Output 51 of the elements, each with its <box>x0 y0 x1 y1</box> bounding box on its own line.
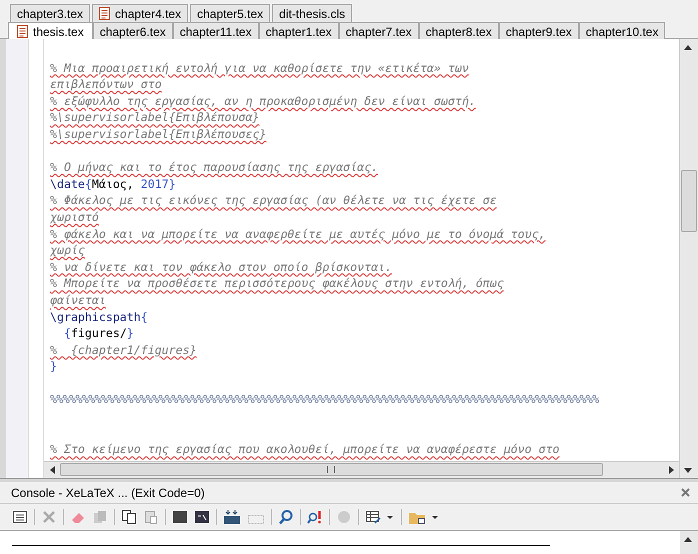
log-icon[interactable] <box>12 509 28 525</box>
file-tab[interactable]: chapter7.tex <box>338 22 419 40</box>
vertical-scrollbar[interactable] <box>679 39 698 478</box>
code-comment: φαίνεται <box>50 292 107 308</box>
code-comment: %%%%%%%%%%%%%%%%%%%%%%%%%%%%%%%%%%%%%%%%%%%%%%%%%%%%%%%%%%%%%%%%%%%%%%%%%%%%%%%%%%%%%% <box>50 391 600 408</box>
code-comment: % Μπορείτε να προσθέσετε περισσότερους φακέλους στην εντολή, όπως <box>50 275 505 292</box>
code-comment: % να δίνετε και τον φάκελο στον οποίο βρίσκονται. <box>50 258 394 276</box>
code-comment: %\supervisorlabel{Επιβλέπουσα} <box>50 109 260 126</box>
code-comment: χωριστό <box>50 208 100 226</box>
up-arrow-icon[interactable] <box>684 44 692 50</box>
file-tab[interactable]: chapter11.tex <box>172 22 259 40</box>
vertical-scrollbar[interactable] <box>680 531 698 554</box>
close-icon[interactable] <box>681 488 690 497</box>
table-dropdown-icon[interactable] <box>365 509 395 525</box>
file-tab[interactable]: chapter9.tex <box>498 22 579 40</box>
code-comment: χωρίς <box>50 242 86 259</box>
up-arrow-icon[interactable] <box>684 536 692 542</box>
horizontal-scrollbar[interactable] <box>44 461 679 478</box>
down-arrow-icon[interactable] <box>684 468 692 472</box>
code-line: {figures/} <box>62 325 135 342</box>
code-comment: % {chapter1/figures} <box>50 342 198 358</box>
code-line: \date{Μάιος, 2017} <box>50 176 177 192</box>
code-comment: % φάκελο και να μπορείτε να αναφερθείτε με αυτές μόνο με το όνομά τους, <box>50 226 547 242</box>
code-comment: % Στο κείμενο της εργασίας που ακολουθεί, μπορείτε να αναφέρεστε μόνο στο <box>50 441 561 458</box>
search-error-icon[interactable] <box>307 509 323 525</box>
code-comment: %\supervisorlabel{Επιβλέπουσες} <box>50 126 268 143</box>
scrollbar-thumb[interactable] <box>681 170 697 232</box>
file-tab[interactable]: chapter5.tex <box>190 4 270 22</box>
code-comment: επιβλεπόντων στο <box>50 76 163 93</box>
code-comment: % Φάκελος με τις εικόνες της εργασίας (αν θέλετε να τις έχετε σε <box>50 192 498 209</box>
square-icon[interactable] <box>172 509 188 525</box>
file-tab[interactable]: thesis.tex <box>8 22 93 40</box>
file-tab[interactable]: chapter1.tex <box>258 22 339 40</box>
file-tab[interactable]: chapter3.tex <box>10 4 90 22</box>
code-line: } <box>50 358 58 375</box>
left-arrow-icon[interactable] <box>50 466 54 474</box>
terminal-icon[interactable] <box>194 509 210 525</box>
copy-icon[interactable] <box>121 509 137 525</box>
file-tab[interactable]: chapter6.tex <box>92 22 173 40</box>
file-tab[interactable]: chapter10.tex <box>578 22 666 40</box>
file-tab[interactable]: chapter8.tex <box>418 22 499 40</box>
console-title: Console - XeLaTeX ... (Exit Code=0) <box>11 486 205 500</box>
file-tab[interactable]: dit-thesis.cls <box>272 4 352 22</box>
code-comment: % Ο μήνας και το έτος παρουσίασης της εργασίας. <box>50 159 380 176</box>
file-tab[interactable]: chapter4.tex <box>92 4 188 22</box>
code-comment: % εξώφυλλο της εργασίας, αν η προκαθορισμένη δεν είναι σωστή. <box>50 92 477 110</box>
code-line: \graphicspath{ <box>50 308 149 326</box>
code-comment: % Μια προαιρετική εντολή για να καθορίσετε την «ετικέτα» των <box>50 60 470 76</box>
search-icon[interactable] <box>278 509 294 525</box>
scrollbar-thumb[interactable] <box>60 463 603 476</box>
right-arrow-icon[interactable] <box>668 466 674 474</box>
